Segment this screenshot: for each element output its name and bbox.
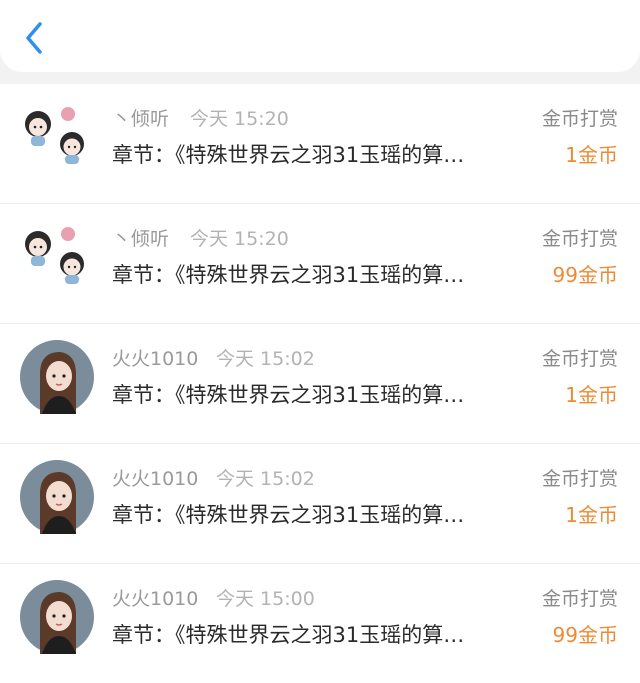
tip-amount: 99金币 bbox=[552, 623, 618, 647]
list-item[interactable]: 丶倾听 今天 15:20 金币打赏 章节：《特殊世界云之羽31玉瑶的算… 1金币 bbox=[0, 84, 640, 204]
list-item[interactable]: 火火1010 今天 15:00 金币打赏 章节：《特殊世界云之羽31玉瑶的算… … bbox=[0, 564, 640, 683]
list-item[interactable]: 丶倾听 今天 15:20 金币打赏 章节：《特殊世界云之羽31玉瑶的算… 99金… bbox=[0, 204, 640, 324]
chevron-left-icon bbox=[26, 22, 42, 54]
chapter-title: 章节：《特殊世界云之羽31玉瑶的算… bbox=[112, 383, 465, 407]
chapter-title: 章节：《特殊世界云之羽31玉瑶的算… bbox=[112, 503, 465, 527]
tip-type: 金币打赏 bbox=[541, 228, 618, 250]
user-name: 火火1010 bbox=[112, 468, 199, 490]
chapter-title: 章节：《特殊世界云之羽31玉瑶的算… bbox=[112, 623, 465, 647]
chapter-title: 章节：《特殊世界云之羽31玉瑶的算… bbox=[112, 263, 465, 287]
avatar bbox=[20, 340, 94, 414]
timestamp: 今天 15:02 bbox=[216, 348, 315, 370]
tip-type: 金币打赏 bbox=[541, 348, 618, 370]
avatar bbox=[25, 227, 84, 284]
user-name: 火火1010 bbox=[112, 588, 199, 610]
tip-amount: 1金币 bbox=[565, 143, 618, 167]
timestamp: 今天 15:20 bbox=[190, 228, 289, 250]
user-name: 丶倾听 bbox=[112, 108, 170, 130]
chapter-title: 章节：《特殊世界云之羽31玉瑶的算… bbox=[112, 143, 465, 167]
tip-list: 丶倾听 今天 15:20 金币打赏 章节：《特殊世界云之羽31玉瑶的算… 1金币… bbox=[0, 84, 640, 683]
timestamp: 今天 15:20 bbox=[190, 108, 289, 130]
avatar bbox=[20, 580, 94, 654]
avatar bbox=[20, 460, 94, 534]
top-bar bbox=[0, 0, 640, 72]
back-button[interactable] bbox=[18, 18, 52, 58]
list-item[interactable]: 火火1010 今天 15:02 金币打赏 章节：《特殊世界云之羽31玉瑶的算… … bbox=[0, 324, 640, 444]
tip-type: 金币打赏 bbox=[541, 588, 618, 610]
user-name: 火火1010 bbox=[112, 348, 199, 370]
user-name: 丶倾听 bbox=[112, 228, 170, 250]
avatar bbox=[25, 107, 84, 164]
tip-amount: 1金币 bbox=[565, 383, 618, 407]
tip-type: 金币打赏 bbox=[541, 108, 618, 130]
timestamp: 今天 15:00 bbox=[216, 588, 315, 610]
tip-amount: 99金币 bbox=[552, 263, 618, 287]
tip-amount: 1金币 bbox=[565, 503, 618, 527]
list-item[interactable]: 火火1010 今天 15:02 金币打赏 章节：《特殊世界云之羽31玉瑶的算… … bbox=[0, 444, 640, 564]
tip-type: 金币打赏 bbox=[541, 468, 618, 490]
timestamp: 今天 15:02 bbox=[216, 468, 315, 490]
